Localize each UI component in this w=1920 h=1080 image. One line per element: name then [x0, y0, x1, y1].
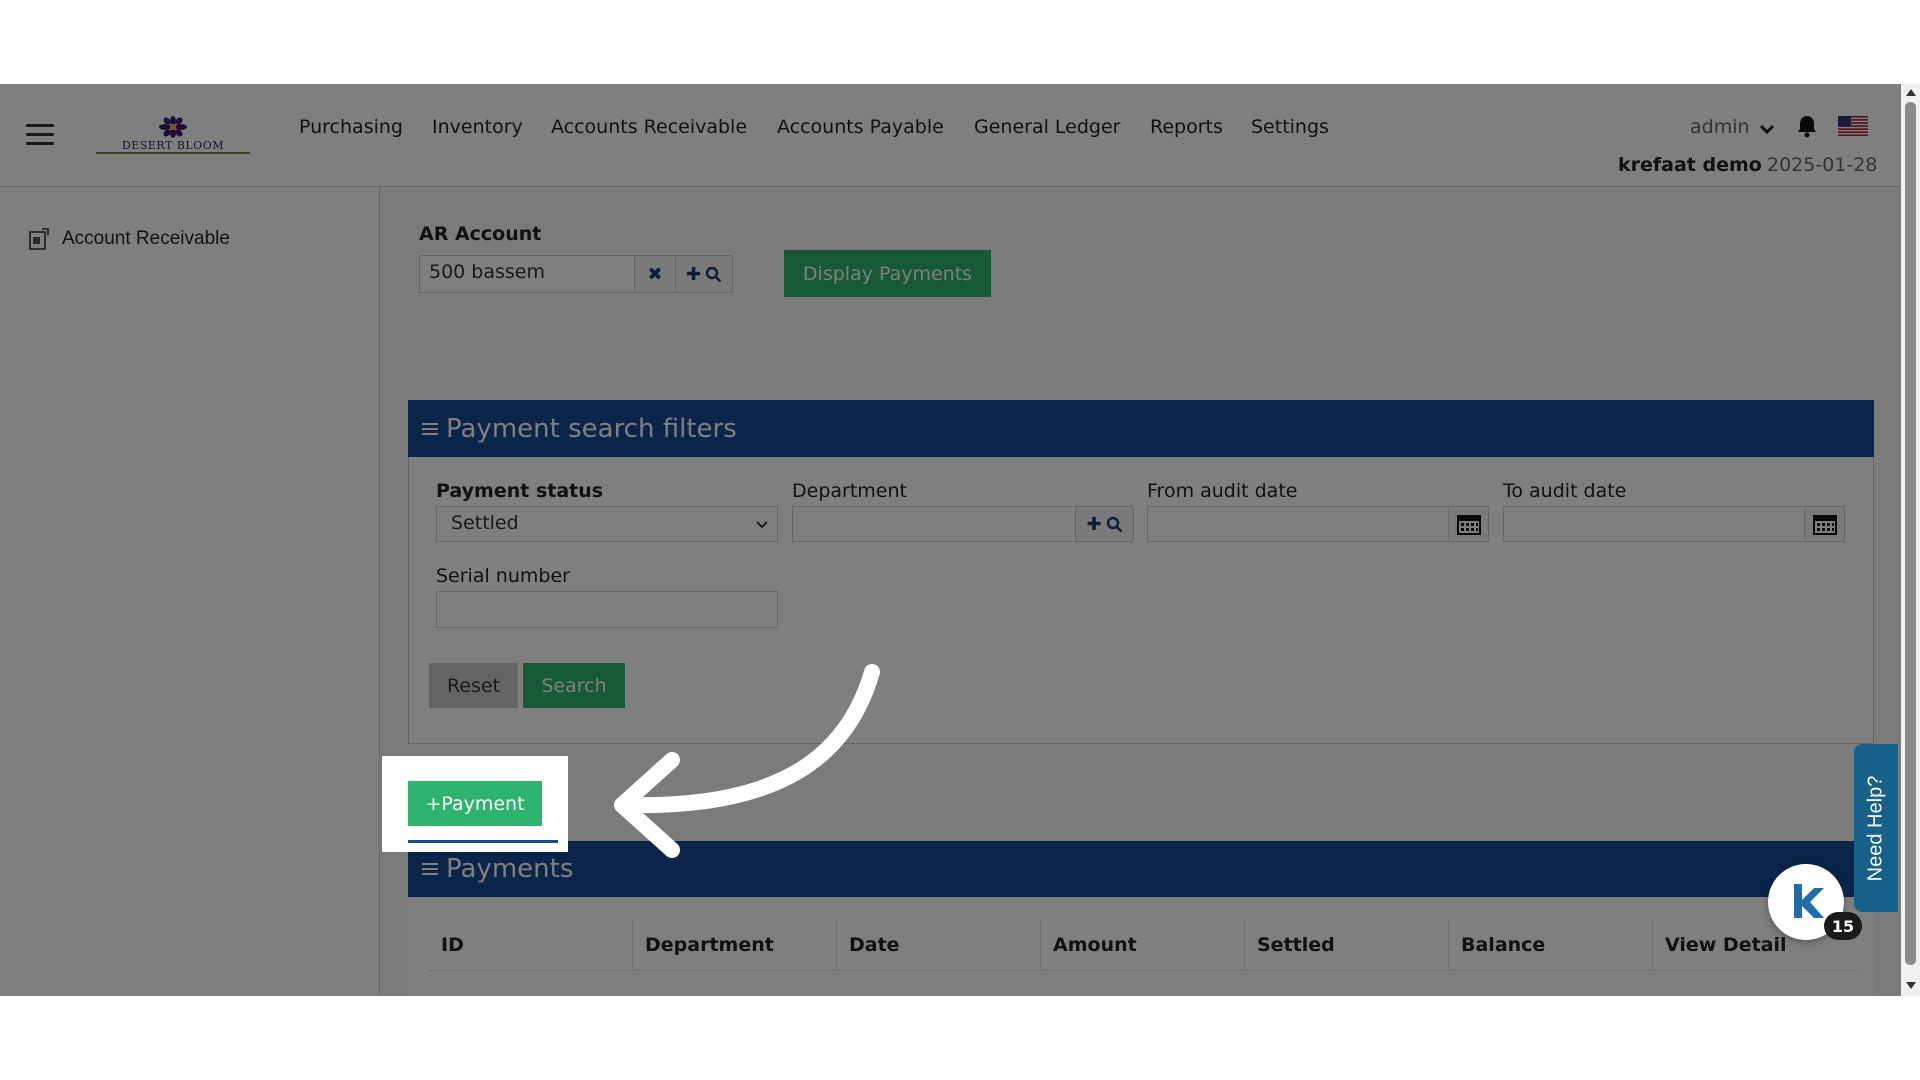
filters-panel-header: Payment search filters	[408, 400, 1874, 457]
nav-settings[interactable]: Settings	[1251, 116, 1329, 138]
current-date: 2025-01-28	[1767, 154, 1878, 176]
list-icon	[422, 422, 438, 436]
clear-account-button[interactable]: ✖	[634, 255, 676, 293]
ar-account-input[interactable]: 500 bassem	[419, 255, 635, 293]
column-header-balance[interactable]: Balance	[1449, 921, 1653, 969]
nav-accounts-payable[interactable]: Accounts Payable	[777, 116, 944, 138]
nav-purchasing[interactable]: Purchasing	[299, 116, 403, 138]
payments-header-edge	[408, 840, 558, 843]
company-logo[interactable]: DESERT BLOOM	[96, 116, 250, 154]
calendar-icon	[1456, 515, 1481, 535]
ledger-icon	[29, 228, 49, 250]
display-payments-button[interactable]: Display Payments	[784, 250, 991, 297]
add-search-account-button[interactable]: ✚	[675, 255, 733, 293]
calendar-icon	[1812, 515, 1837, 535]
main-content: AR Account 500 bassem ✖ ✚ Display Paymen…	[380, 187, 1901, 996]
serial-number-input[interactable]	[436, 591, 778, 628]
user-menu[interactable]: admin	[1690, 116, 1750, 138]
chat-logo-icon	[1794, 884, 1824, 918]
ar-account-label: AR Account	[419, 223, 542, 245]
reset-button[interactable]: Reset	[429, 663, 518, 708]
payments-panel-title: Payments	[446, 854, 574, 884]
add-search-department-button[interactable]: ✚	[1075, 506, 1134, 542]
top-navigation-bar: DESERT BLOOM Purchasing Inventory Accoun…	[0, 84, 1901, 187]
column-header-id[interactable]: ID	[429, 921, 633, 969]
department-label: Department	[792, 480, 907, 502]
scroll-down-arrow-icon[interactable]	[1906, 982, 1916, 989]
logo-text: DESERT BLOOM	[121, 139, 225, 152]
scrollbar-thumb[interactable]	[1905, 102, 1916, 965]
column-header-date[interactable]: Date	[837, 921, 1041, 969]
logo-underline	[96, 152, 250, 154]
chevron-down-icon[interactable]	[1758, 120, 1776, 138]
from-audit-date-label: From audit date	[1147, 480, 1298, 502]
to-date-picker-button[interactable]	[1804, 506, 1845, 542]
list-icon	[422, 862, 438, 876]
scroll-up-arrow-icon[interactable]	[1906, 89, 1916, 96]
from-date-picker-button[interactable]	[1448, 506, 1489, 542]
tutorial-arrow-icon	[614, 664, 880, 858]
department-input[interactable]	[792, 506, 1076, 542]
nav-accounts-receivable[interactable]: Accounts Receivable	[551, 116, 747, 138]
close-icon: ✖	[647, 263, 663, 285]
nav-general-ledger[interactable]: General Ledger	[974, 116, 1120, 138]
column-header-settled[interactable]: Settled	[1245, 921, 1449, 969]
payment-status-label: Payment status	[436, 480, 604, 502]
company-name: krefaat demo	[1618, 154, 1762, 176]
us-flag-icon[interactable]	[1838, 116, 1868, 136]
payments-table: ID Department Date Amount Settled Balanc…	[408, 897, 1874, 996]
chevron-down-icon	[756, 521, 768, 529]
filters-panel-title: Payment search filters	[446, 413, 737, 444]
add-payment-button[interactable]: +Payment	[408, 781, 542, 826]
nav-reports[interactable]: Reports	[1150, 116, 1223, 138]
bell-icon[interactable]	[1796, 114, 1818, 138]
to-audit-date-input[interactable]	[1503, 506, 1805, 542]
column-header-amount[interactable]: Amount	[1041, 921, 1245, 969]
table-header-row: ID Department Date Amount Settled Balanc…	[429, 921, 1857, 971]
plus-icon: ✚	[1086, 513, 1102, 535]
from-audit-date-input[interactable]	[1147, 506, 1449, 542]
plus-icon: ✚	[685, 263, 702, 285]
to-audit-date-label: To audit date	[1503, 480, 1627, 502]
nav-inventory[interactable]: Inventory	[432, 116, 523, 138]
serial-number-label: Serial number	[436, 565, 570, 587]
page-scrollbar[interactable]	[1901, 84, 1920, 996]
column-header-department[interactable]: Department	[633, 921, 837, 969]
flower-logo-icon	[159, 116, 187, 138]
payment-status-select[interactable]: Settled	[436, 506, 778, 542]
sidebar: Account Receivable	[0, 187, 380, 996]
notification-badge: 15	[1824, 912, 1862, 940]
search-icon	[1106, 516, 1122, 532]
hamburger-menu-icon[interactable]	[26, 124, 54, 146]
search-icon	[705, 266, 722, 282]
need-help-label: Need Help?	[1864, 775, 1887, 881]
sidebar-item-account-receivable[interactable]: Account Receivable	[28, 227, 230, 251]
sidebar-item-label: Account Receivable	[62, 228, 230, 249]
need-help-label-wrap: Need Help?	[1854, 744, 1898, 912]
app-window: DESERT BLOOM Purchasing Inventory Accoun…	[0, 84, 1901, 996]
payment-status-value: Settled	[451, 512, 519, 534]
